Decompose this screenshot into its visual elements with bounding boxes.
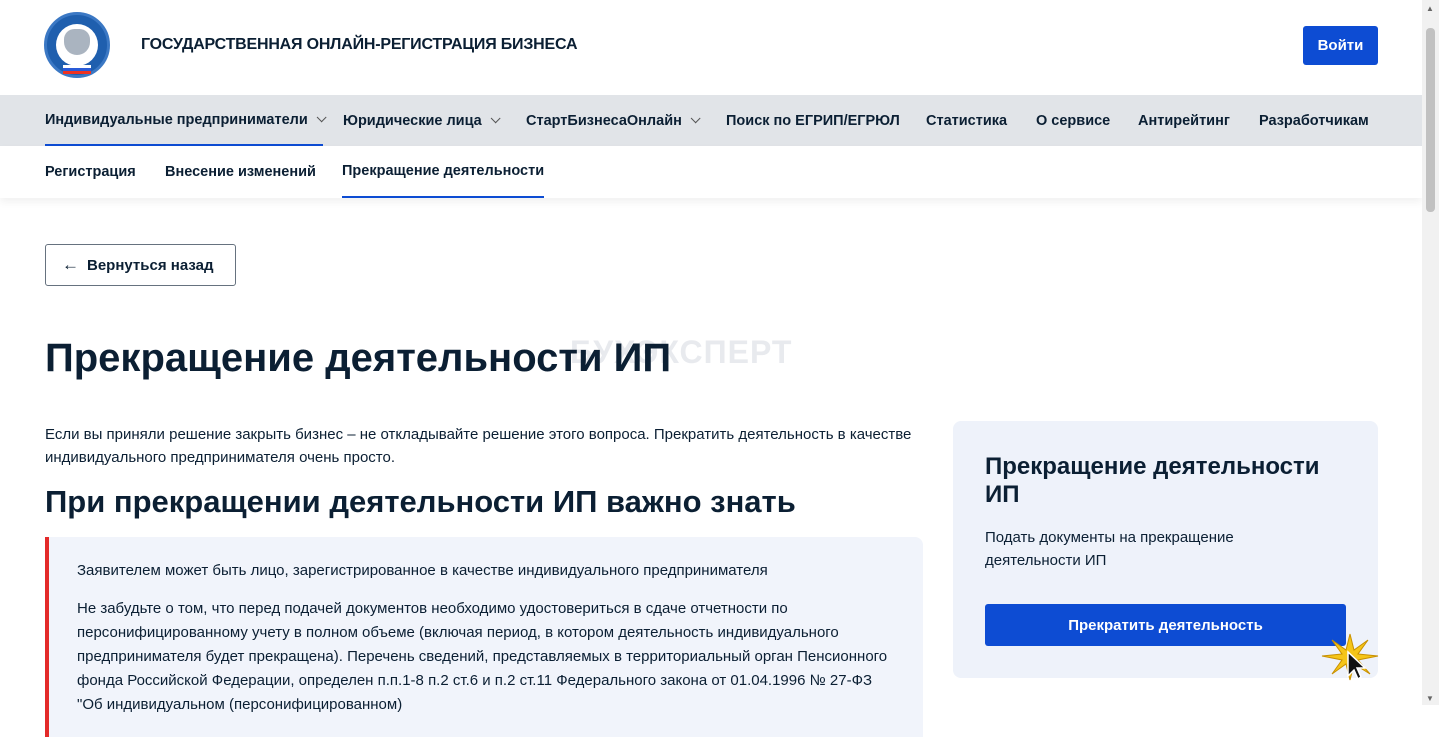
section-title: При прекращении деятельности ИП важно зн… [45, 484, 796, 519]
card-title: Прекращение деятельности ИП [985, 453, 1320, 508]
note-paragraph: Не забудьте о том, что перед подачей док… [77, 600, 888, 713]
page-title: Прекращение деятельности ИП [45, 336, 672, 380]
back-button[interactable]: ← Вернуться назад [45, 244, 236, 286]
back-label: Вернуться назад [87, 256, 214, 274]
nav-search-egrip[interactable]: Поиск по ЕГРИП/ЕГРЮЛ [726, 95, 900, 146]
nav-about[interactable]: О сервисе [1036, 95, 1110, 146]
card-text: Подать документы на прекращение деятельн… [985, 529, 1234, 569]
scroll-thumb[interactable] [1426, 28, 1435, 212]
nav-developers[interactable]: Разработчикам [1259, 95, 1369, 146]
chevron-down-icon [490, 113, 501, 124]
subnav-registration[interactable]: Регистрация [45, 146, 136, 198]
nav-antirating[interactable]: Антирейтинг [1138, 95, 1230, 146]
nav-label: СтартБизнесаОнлайн [526, 112, 682, 129]
terminate-button[interactable]: Прекратить деятельность [985, 604, 1346, 646]
main-nav: Индивидуальные предприниматели Юридическ… [0, 95, 1422, 146]
eagle-emblem-icon [64, 29, 90, 55]
nav-label: Юридические лица [343, 112, 482, 129]
subnav-termination[interactable]: Прекращение деятельности [342, 146, 545, 198]
note-paragraph: Заявителем может быть лицо, зарегистриро… [77, 562, 768, 579]
scrollbar[interactable]: ▲ ▼ [1422, 0, 1439, 705]
nav-statistics[interactable]: Статистика [926, 95, 1007, 146]
nav-label: Индивидуальные предприниматели [45, 111, 308, 128]
arrow-left-icon: ← [62, 255, 79, 274]
login-button[interactable]: Войти [1303, 26, 1378, 65]
header: ГОСУДАРСТВЕННАЯ ОНЛАЙН-РЕГИСТРАЦИЯ БИЗНЕ… [0, 0, 1422, 95]
nav-legal-entities[interactable]: Юридические лица [343, 95, 501, 146]
important-note: Заявителем может быть лицо, зарегистриро… [45, 537, 923, 737]
nav-individual-entrepreneurs[interactable]: Индивидуальные предприниматели [45, 95, 327, 146]
subnav-changes[interactable]: Внесение изменений [165, 146, 316, 198]
chevron-down-icon [316, 112, 327, 123]
site-title: ГОСУДАРСТВЕННАЯ ОНЛАЙН-РЕГИСТРАЦИЯ БИЗНЕ… [141, 36, 578, 53]
sub-nav: Регистрация Внесение изменений Прекращен… [0, 146, 1422, 198]
scroll-up-icon[interactable]: ▲ [1426, 4, 1434, 13]
intro-text: Если вы приняли решение закрыть бизнес –… [45, 426, 912, 466]
nav-startbusiness[interactable]: СтартБизнесаОнлайн [526, 95, 701, 146]
cursor-click-icon [1321, 633, 1379, 681]
termination-card: Прекращение деятельности ИП Подать докум… [953, 421, 1378, 678]
fns-logo[interactable] [44, 12, 110, 78]
scroll-down-icon[interactable]: ▼ [1426, 694, 1434, 703]
chevron-down-icon [690, 113, 701, 124]
